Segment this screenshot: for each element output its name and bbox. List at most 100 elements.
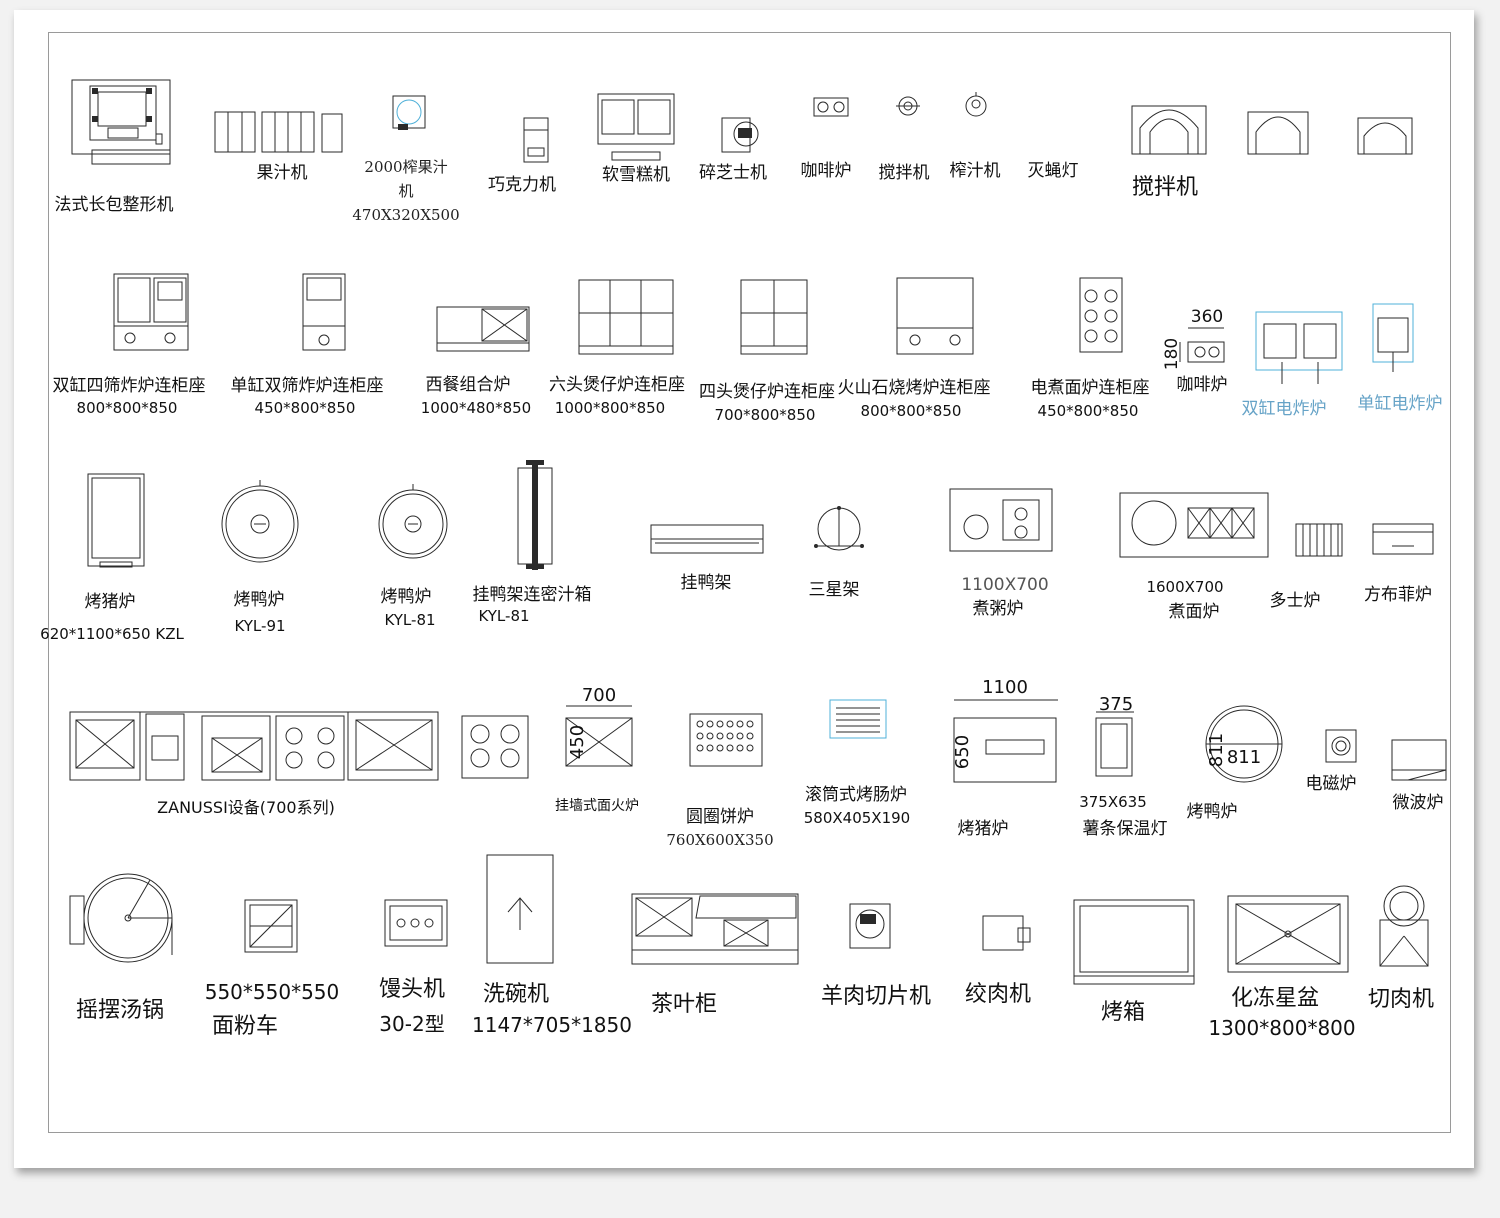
label-noodle: 煮面炉	[1169, 602, 1220, 622]
label-salamander: 挂墙式面火炉	[555, 798, 639, 814]
label-congee: 煮粥炉	[973, 599, 1024, 619]
fries-lamp-symbol	[1095, 711, 1134, 777]
large-mixer-symbols	[1131, 105, 1413, 155]
juicer-set-symbol	[214, 111, 343, 153]
microwave-symbol	[1391, 739, 1447, 781]
cad-drawing: 法式长包整形机 果汁机 2000榨果汁 机 470X320X500 巧克力机 软…	[40, 79, 1447, 1040]
lava-grill-symbol	[896, 277, 974, 355]
label-fries-dim: 375X635	[1079, 793, 1147, 811]
label-tea-cabinet: 茶叶柜	[651, 992, 717, 1017]
label-duck-rack: 挂鸭架	[681, 573, 732, 593]
label-coffee-stove: 咖啡炉	[801, 161, 852, 181]
label-duck-rack-box-model: KYL-81	[478, 607, 529, 625]
juicer-2000-symbol	[392, 95, 426, 130]
toaster-symbol	[1295, 523, 1343, 557]
label-coffee-stove2: 咖啡炉	[1177, 375, 1228, 395]
pig-roaster-symbol	[87, 473, 145, 568]
dim-fries-width: 375	[1099, 694, 1133, 715]
label-double-fryer-dim: 800*800*850	[77, 399, 178, 417]
elec-fryer-double-symbol	[1255, 311, 1343, 384]
label-mutton-slicer: 羊肉切片机	[821, 984, 931, 1009]
label-chocolate: 巧克力机	[488, 175, 556, 195]
dim-duck-d1: 811	[1206, 733, 1227, 767]
noodle-cooker-symbol	[1079, 277, 1123, 353]
label-baguette-shaper: 法式长包整形机	[55, 195, 174, 215]
label-noodle-cooker-dim: 450*800*850	[1038, 402, 1139, 420]
label-dishwasher-dim: 1147*705*1850	[472, 1013, 632, 1037]
donut-oven-symbol	[689, 713, 763, 767]
label-juicer-2000: 2000榨果汁	[364, 158, 447, 176]
label-small-mixer: 搅拌机	[879, 163, 930, 183]
baguette-shaper-symbol	[71, 79, 171, 165]
coffee-stove-symbol	[813, 97, 849, 117]
label-noodle-cooker: 电煮面炉连柜座	[1031, 378, 1150, 398]
label-steamer-model: 30-2型	[379, 1012, 444, 1036]
four-burner-symbol	[740, 279, 808, 355]
mincer-symbol	[982, 915, 1031, 951]
label-four-burner-dim: 700*800*850	[715, 406, 816, 424]
label-dishwasher: 洗碗机	[483, 982, 549, 1007]
label-congee-dim: 1100X700	[961, 575, 1048, 595]
label-meat-slicer: 切肉机	[1368, 987, 1434, 1012]
cheese-grater-symbol	[721, 117, 759, 153]
label-fries-lamp: 薯条保温灯	[1083, 819, 1168, 839]
label-cheese-grater: 碎芝士机	[699, 163, 767, 183]
label-sausage-dim: 580X405X190	[804, 809, 910, 827]
soft-serve-symbol	[597, 93, 675, 161]
label-small-juicer: 榨汁机	[950, 161, 1001, 181]
duck-oven1-symbol	[221, 480, 299, 563]
label-western-combo: 西餐组合炉	[426, 375, 511, 395]
label-thaw-sink-dim: 1300*800*800	[1208, 1016, 1355, 1040]
label-soft-serve: 软雪糕机	[602, 165, 670, 185]
label-juicer-2000-dim: 470X320X500	[352, 206, 459, 224]
single-fryer-symbol	[302, 273, 346, 351]
tripod-symbol	[814, 506, 864, 551]
label-microwave: 微波炉	[1393, 793, 1444, 813]
label-western-combo-dim: 1000*480*850	[421, 399, 531, 417]
label-six-burner: 六头煲仔炉连柜座	[549, 375, 685, 395]
label-noodle-dim: 1600X700	[1146, 578, 1223, 596]
six-burner-symbol	[578, 279, 674, 355]
label-tripod: 三星架	[809, 580, 860, 600]
label-duck-oven1-model: KYL-91	[234, 617, 285, 635]
label-large-mixer: 搅拌机	[1132, 175, 1198, 200]
oven-symbol	[1073, 899, 1195, 985]
label-six-burner-dim: 1000*800*850	[555, 399, 665, 417]
label-donut-dim: 760X600X350	[666, 831, 773, 849]
label-toaster: 多士炉	[1270, 591, 1321, 611]
small-mixer-symbol	[896, 96, 920, 116]
label-double-fryer: 双缸四筛炸炉连柜座	[53, 375, 206, 396]
label-tilt-kettle: 摇摆汤锅	[76, 998, 164, 1023]
label-lava-grill-dim: 800*800*850	[861, 402, 962, 420]
label-pig-roaster2: 烤猪炉	[958, 819, 1009, 839]
mutton-slicer-symbol	[849, 903, 891, 949]
waffle-symbol	[1372, 523, 1434, 555]
label-zanussi: ZANUSSI设备(700系列)	[157, 798, 335, 817]
label-elec-fryer-double: 双缸电炸炉	[1242, 398, 1327, 419]
dim-pig2-width: 1100	[982, 677, 1028, 698]
label-induction: 电磁炉	[1306, 774, 1357, 794]
thaw-sink-symbol	[1227, 895, 1349, 973]
label-thaw-sink: 化冻星盆	[1231, 986, 1319, 1011]
dim-salamander-width: 700	[582, 685, 616, 706]
label-four-burner: 四头煲仔炉连柜座	[699, 382, 835, 402]
label-dough-dim: 550*550*550	[205, 980, 340, 1004]
label-sausage: 滚筒式烤肠炉	[805, 785, 907, 805]
sausage-roller-symbol	[829, 699, 887, 739]
double-fryer-symbol	[113, 273, 189, 351]
label-steamer: 馒头机	[379, 977, 445, 1002]
meat-slicer-symbol	[1379, 885, 1429, 967]
chocolate-machine-symbol	[523, 117, 549, 163]
label-lava-grill: 火山石烧烤炉连柜座	[838, 378, 991, 398]
label-duck-oven2: 烤鸭炉	[381, 587, 432, 607]
label-pig-roaster: 烤猪炉	[85, 592, 136, 612]
label-juicer-set: 果汁机	[257, 163, 308, 183]
dim-coffee-width: 360	[1191, 307, 1223, 327]
label-single-fryer: 单缸双筛炸炉连柜座	[231, 375, 384, 396]
duck-oven2-symbol	[378, 484, 448, 559]
coffee-stove2-symbol	[1179, 327, 1225, 363]
label-duck-oven3: 烤鸭炉	[1187, 802, 1238, 822]
duck-rack-symbol	[650, 524, 764, 554]
noodle-stove-symbol	[1119, 492, 1269, 558]
dough-cart-symbol	[244, 899, 298, 953]
